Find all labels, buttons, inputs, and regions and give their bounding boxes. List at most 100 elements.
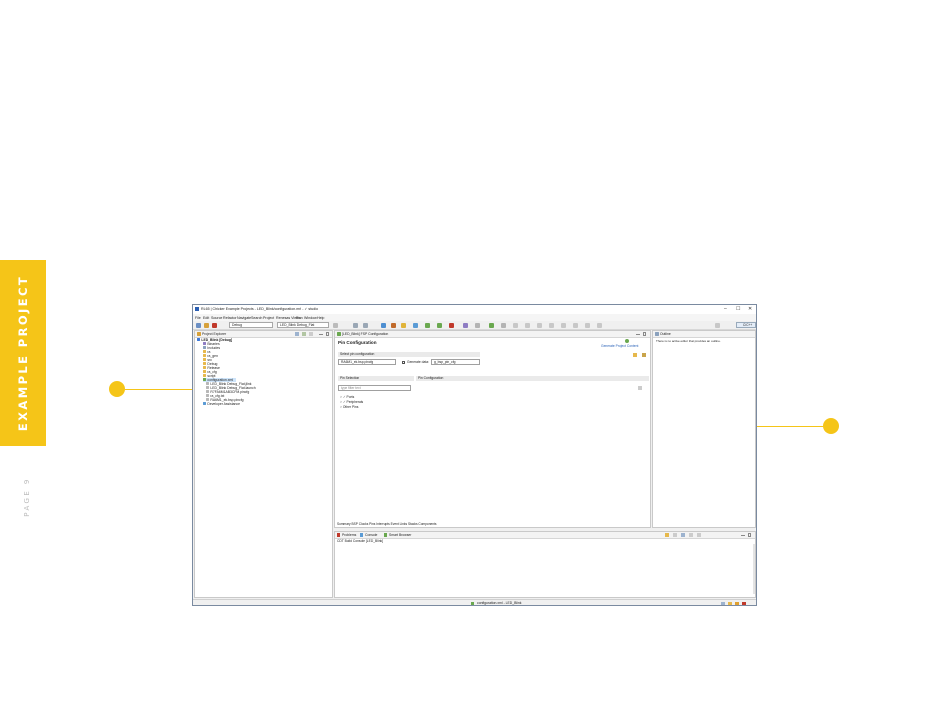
tab-problems[interactable]: Problems [342, 533, 356, 537]
status-icon-4[interactable] [742, 601, 746, 605]
nav-back-icon[interactable] [573, 322, 578, 328]
debug-icon[interactable] [204, 322, 209, 328]
editor-tab[interactable]: [LED_Blink] FSP Configuration [342, 332, 388, 336]
problems-icon [337, 533, 341, 537]
menu-navigate[interactable]: Navigate [237, 316, 251, 320]
open-type-icon[interactable] [463, 322, 468, 328]
generate-data-checkbox[interactable]: ✓ [402, 360, 406, 364]
scroll-lock-icon[interactable] [673, 533, 677, 537]
minimize-button[interactable]: – [724, 306, 727, 312]
outline-pane: Outline There is no active editor that p… [652, 330, 756, 528]
memory-icon[interactable] [501, 322, 506, 328]
export-icon[interactable] [642, 353, 646, 357]
outline-message: There is no active editor that provides … [656, 339, 721, 343]
tree-peripherals[interactable]: > ✓ Peripherals [340, 400, 363, 404]
breakpoint-icon[interactable] [525, 322, 530, 328]
search-icon[interactable] [715, 322, 720, 328]
pin-configuration-header: Pin Configuration [416, 376, 649, 381]
menu-project[interactable]: Project [263, 316, 274, 320]
search-toolbar-icon[interactable] [475, 322, 480, 328]
pin-icon[interactable] [597, 322, 602, 328]
menu-window[interactable]: Window [304, 316, 317, 320]
tree-ports[interactable]: > ✓ Ports [340, 395, 354, 399]
build-icon[interactable] [196, 322, 201, 328]
status-icon-3[interactable] [735, 601, 739, 605]
page-title: Pin Configuration [338, 340, 377, 345]
pin-config-select[interactable]: RA6M1_ek.bsp.pincfg [338, 359, 396, 365]
perspective-button[interactable]: C/C++ [736, 322, 756, 328]
pin-selection-header: Pin Selection [338, 376, 414, 381]
menu-edit[interactable]: Edit [203, 316, 209, 320]
maximize-editor-icon[interactable] [643, 332, 647, 336]
app-icon [195, 307, 199, 311]
step-over-icon[interactable] [549, 322, 554, 328]
outline-title[interactable]: Outline [660, 332, 671, 336]
file-icon [206, 386, 210, 390]
file-icon [206, 382, 210, 386]
run-config-icon[interactable] [437, 322, 442, 328]
folder-icon [203, 358, 207, 362]
stop-icon[interactable] [212, 322, 217, 328]
settings-gear-icon[interactable] [333, 322, 338, 328]
build-config-select[interactable]: Debug [229, 322, 273, 328]
console-clear-icon[interactable] [665, 533, 669, 537]
minimize-editor-icon[interactable] [636, 333, 640, 335]
save-icon[interactable] [363, 322, 368, 328]
status-icon-1[interactable] [721, 601, 725, 605]
launch-config-select[interactable]: LED_Blink Debug_Flat [277, 322, 329, 328]
folder-icon [203, 354, 207, 358]
external-tools-icon[interactable] [449, 322, 454, 328]
console-scrollbar[interactable] [753, 544, 755, 594]
menu-refactor[interactable]: Refactor [223, 316, 237, 320]
menu-file[interactable]: File [195, 316, 201, 320]
import-icon[interactable] [633, 353, 637, 357]
link-editor-icon[interactable] [302, 332, 306, 336]
tab-console[interactable]: Console [365, 533, 377, 537]
collapse-all-icon[interactable] [295, 332, 299, 336]
pin-filter-input[interactable]: type filter text [338, 385, 411, 391]
main-toolbar: Debug LED_Blink Debug_Flat C/C++ [193, 321, 756, 330]
menu-help[interactable]: Help [317, 316, 324, 320]
explorer-icon [197, 332, 201, 336]
console-pane: Problems Console Smart Browser CDT Build… [334, 531, 756, 598]
outline-icon [655, 332, 659, 336]
close-button[interactable]: ✕ [748, 306, 752, 312]
pencil-icon[interactable] [401, 322, 406, 328]
edit-pin-icon[interactable] [638, 386, 642, 390]
view-menu-icon[interactable] [309, 332, 313, 336]
fsp-config-tabs[interactable]: Summary BSP Clocks Pins Interrupts Event… [337, 522, 437, 526]
generate-project-content-link[interactable]: Generate Project Content [601, 344, 638, 348]
debug-run-icon[interactable] [381, 322, 386, 328]
registers-icon[interactable] [513, 322, 518, 328]
menu-run[interactable]: Run [296, 316, 303, 320]
step-return-icon[interactable] [561, 322, 566, 328]
menu-source[interactable]: Source [211, 316, 222, 320]
new-file-icon[interactable] [353, 322, 358, 328]
console-tab-bar: Problems Console Smart Browser [335, 532, 755, 539]
step-into-icon[interactable] [537, 322, 542, 328]
tree-other-pins[interactable]: > Other Pins [340, 405, 358, 409]
nav-forward-icon[interactable] [585, 322, 590, 328]
run-icon[interactable] [425, 322, 430, 328]
maximize-console-icon[interactable] [748, 533, 752, 537]
tree-item-developer-assistance[interactable]: Developer Assistance [203, 402, 240, 406]
pin-console-icon[interactable] [681, 533, 685, 537]
target-connect-icon[interactable] [489, 322, 494, 328]
minimize-view-icon[interactable] [319, 333, 323, 335]
generate-data-input[interactable]: g_bsp_pin_cfg [431, 359, 480, 365]
menu-search[interactable]: Search [251, 316, 262, 320]
generate-gear-icon[interactable] [625, 339, 629, 343]
maximize-button[interactable]: ☐ [736, 306, 740, 312]
minimize-console-icon[interactable] [741, 534, 745, 536]
tab-smart-browser[interactable]: Smart Browser [389, 533, 411, 537]
new-project-icon[interactable] [413, 322, 418, 328]
generate-data-label: Generate data: [407, 360, 429, 364]
open-console-icon[interactable] [697, 533, 701, 537]
window-title: RL65 | Chicker Example Projects - LED_Bl… [201, 307, 318, 311]
tools-icon[interactable] [391, 322, 396, 328]
display-console-icon[interactable] [689, 533, 693, 537]
status-icon-2[interactable] [728, 601, 732, 605]
callout-marker-right [823, 418, 839, 434]
project-explorer-title[interactable]: Project Explorer [202, 332, 226, 336]
maximize-view-icon[interactable] [326, 332, 330, 336]
